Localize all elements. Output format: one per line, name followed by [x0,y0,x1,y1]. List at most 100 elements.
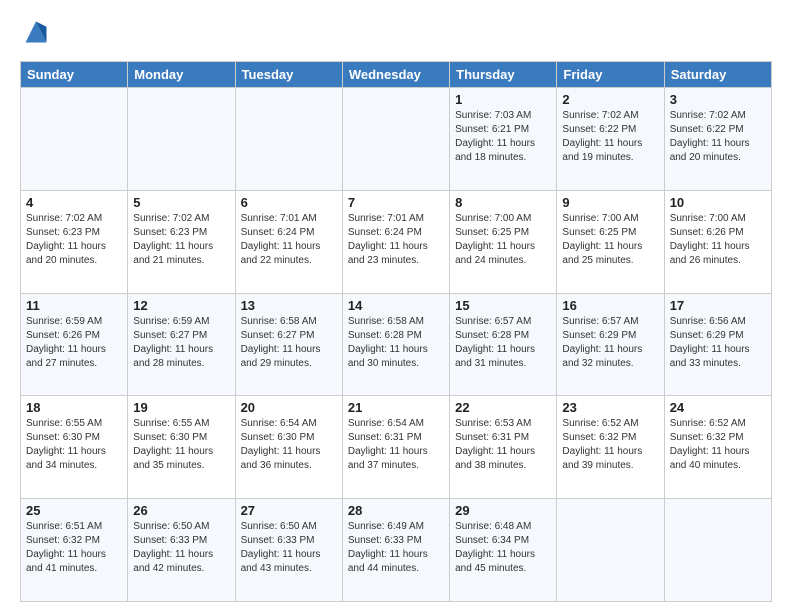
day-number: 13 [241,298,337,313]
day-number: 12 [133,298,229,313]
calendar-cell: 21 Sunrise: 6:54 AM Sunset: 6:31 PM Dayli… [342,396,449,499]
calendar-cell: 14 Sunrise: 6:58 AM Sunset: 6:28 PM Dayli… [342,293,449,396]
calendar-cell: 13 Sunrise: 6:58 AM Sunset: 6:27 PM Dayli… [235,293,342,396]
calendar-cell: 27Sunrise: 6:50 AM Sunset: 6:33 PM Dayli… [235,499,342,602]
calendar-cell [342,88,449,191]
calendar-header-row: SundayMondayTuesdayWednesdayThursdayFrid… [21,62,772,88]
calendar-cell [128,88,235,191]
calendar-cell: 7 Sunrise: 7:01 AM Sunset: 6:24 PM Daylig… [342,190,449,293]
calendar-cell: 23 Sunrise: 6:52 AM Sunset: 6:32 PM Dayli… [557,396,664,499]
day-number: 29 [455,503,551,518]
day-info: Sunrise: 7:03 AM Sunset: 6:21 PM Dayligh… [455,109,551,165]
day-number: 20 [241,400,337,415]
day-number: 18 [26,400,122,415]
day-number: 17 [670,298,766,313]
day-info: Sunrise: 6:59 AM Sunset: 6:26 PM Dayligh… [26,315,122,371]
calendar-cell: 17 Sunrise: 6:56 AM Sunset: 6:29 PM Dayli… [664,293,771,396]
day-info: Sunrise: 7:02 AM Sunset: 6:23 PM Dayligh… [26,212,122,268]
calendar-cell [21,88,128,191]
day-info: Sunrise: 6:53 AM Sunset: 6:31 PM Dayligh… [455,417,551,473]
calendar-cell: 20Sunrise: 6:54 AM Sunset: 6:30 PM Dayli… [235,396,342,499]
calendar-cell: 3 Sunrise: 7:02 AM Sunset: 6:22 PM Daylig… [664,88,771,191]
day-info: Sunrise: 6:56 AM Sunset: 6:29 PM Dayligh… [670,315,766,371]
calendar-cell: 4 Sunrise: 7:02 AM Sunset: 6:23 PM Daylig… [21,190,128,293]
calendar-cell: 8 Sunrise: 7:00 AM Sunset: 6:25 PM Daylig… [450,190,557,293]
day-info: Sunrise: 7:02 AM Sunset: 6:22 PM Dayligh… [670,109,766,165]
logo-icon [22,18,50,46]
day-number: 5 [133,195,229,210]
calendar-table: SundayMondayTuesdayWednesdayThursdayFrid… [20,61,772,602]
day-info: Sunrise: 6:51 AM Sunset: 6:32 PM Dayligh… [26,520,122,576]
calendar-week-1: 1 Sunrise: 7:03 AM Sunset: 6:21 PM Daylig… [21,88,772,191]
calendar-cell: 26Sunrise: 6:50 AM Sunset: 6:33 PM Dayli… [128,499,235,602]
day-info: Sunrise: 7:01 AM Sunset: 6:24 PM Dayligh… [348,212,444,268]
calendar-cell: 10 Sunrise: 7:00 AM Sunset: 6:26 PM Dayli… [664,190,771,293]
day-number: 3 [670,92,766,107]
day-number: 4 [26,195,122,210]
day-info: Sunrise: 6:52 AM Sunset: 6:32 PM Dayligh… [670,417,766,473]
calendar-cell: 11 Sunrise: 6:59 AM Sunset: 6:26 PM Dayli… [21,293,128,396]
day-number: 25 [26,503,122,518]
page: SundayMondayTuesdayWednesdayThursdayFrid… [0,0,792,612]
day-number: 16 [562,298,658,313]
day-number: 9 [562,195,658,210]
calendar-cell: 29 Sunrise: 6:48 AM Sunset: 6:34 PM Dayli… [450,499,557,602]
logo [20,18,50,51]
day-info: Sunrise: 6:54 AM Sunset: 6:31 PM Dayligh… [348,417,444,473]
day-number: 11 [26,298,122,313]
day-info: Sunrise: 6:52 AM Sunset: 6:32 PM Dayligh… [562,417,658,473]
day-number: 15 [455,298,551,313]
day-number: 28 [348,503,444,518]
day-number: 10 [670,195,766,210]
day-number: 14 [348,298,444,313]
header [20,18,772,51]
calendar-week-5: 25 Sunrise: 6:51 AM Sunset: 6:32 PM Dayli… [21,499,772,602]
calendar-cell: 28 Sunrise: 6:49 AM Sunset: 6:33 PM Dayli… [342,499,449,602]
day-info: Sunrise: 7:02 AM Sunset: 6:23 PM Dayligh… [133,212,229,268]
calendar-week-2: 4 Sunrise: 7:02 AM Sunset: 6:23 PM Daylig… [21,190,772,293]
calendar-cell [557,499,664,602]
day-info: Sunrise: 6:57 AM Sunset: 6:28 PM Dayligh… [455,315,551,371]
day-number: 1 [455,92,551,107]
calendar-cell: 1 Sunrise: 7:03 AM Sunset: 6:21 PM Daylig… [450,88,557,191]
day-info: Sunrise: 7:02 AM Sunset: 6:22 PM Dayligh… [562,109,658,165]
day-info: Sunrise: 7:01 AM Sunset: 6:24 PM Dayligh… [241,212,337,268]
calendar-cell: 24 Sunrise: 6:52 AM Sunset: 6:32 PM Dayli… [664,396,771,499]
day-number: 8 [455,195,551,210]
day-number: 7 [348,195,444,210]
day-number: 21 [348,400,444,415]
calendar-cell: 25 Sunrise: 6:51 AM Sunset: 6:32 PM Dayli… [21,499,128,602]
day-info: Sunrise: 6:58 AM Sunset: 6:27 PM Dayligh… [241,315,337,371]
calendar-cell [235,88,342,191]
calendar-cell: 18 Sunrise: 6:55 AM Sunset: 6:30 PM Dayli… [21,396,128,499]
day-info: Sunrise: 6:58 AM Sunset: 6:28 PM Dayligh… [348,315,444,371]
calendar-cell: 15 Sunrise: 6:57 AM Sunset: 6:28 PM Dayli… [450,293,557,396]
calendar-cell: 22 Sunrise: 6:53 AM Sunset: 6:31 PM Dayli… [450,396,557,499]
day-info: Sunrise: 6:48 AM Sunset: 6:34 PM Dayligh… [455,520,551,576]
day-info: Sunrise: 7:00 AM Sunset: 6:25 PM Dayligh… [562,212,658,268]
day-header-friday: Friday [557,62,664,88]
day-number: 24 [670,400,766,415]
day-info: Sunrise: 6:55 AM Sunset: 6:30 PM Dayligh… [26,417,122,473]
day-number: 6 [241,195,337,210]
calendar-cell: 12Sunrise: 6:59 AM Sunset: 6:27 PM Dayli… [128,293,235,396]
calendar-cell [664,499,771,602]
day-number: 22 [455,400,551,415]
day-info: Sunrise: 6:49 AM Sunset: 6:33 PM Dayligh… [348,520,444,576]
day-number: 19 [133,400,229,415]
day-number: 23 [562,400,658,415]
day-header-thursday: Thursday [450,62,557,88]
calendar-cell: 2 Sunrise: 7:02 AM Sunset: 6:22 PM Daylig… [557,88,664,191]
day-info: Sunrise: 7:00 AM Sunset: 6:25 PM Dayligh… [455,212,551,268]
day-info: Sunrise: 6:57 AM Sunset: 6:29 PM Dayligh… [562,315,658,371]
calendar-cell: 9 Sunrise: 7:00 AM Sunset: 6:25 PM Daylig… [557,190,664,293]
day-header-wednesday: Wednesday [342,62,449,88]
calendar-cell: 6 Sunrise: 7:01 AM Sunset: 6:24 PM Daylig… [235,190,342,293]
calendar-week-4: 18 Sunrise: 6:55 AM Sunset: 6:30 PM Dayli… [21,396,772,499]
day-number: 26 [133,503,229,518]
calendar-cell: 19Sunrise: 6:55 AM Sunset: 6:30 PM Dayli… [128,396,235,499]
day-header-monday: Monday [128,62,235,88]
day-number: 2 [562,92,658,107]
day-info: Sunrise: 7:00 AM Sunset: 6:26 PM Dayligh… [670,212,766,268]
day-header-saturday: Saturday [664,62,771,88]
